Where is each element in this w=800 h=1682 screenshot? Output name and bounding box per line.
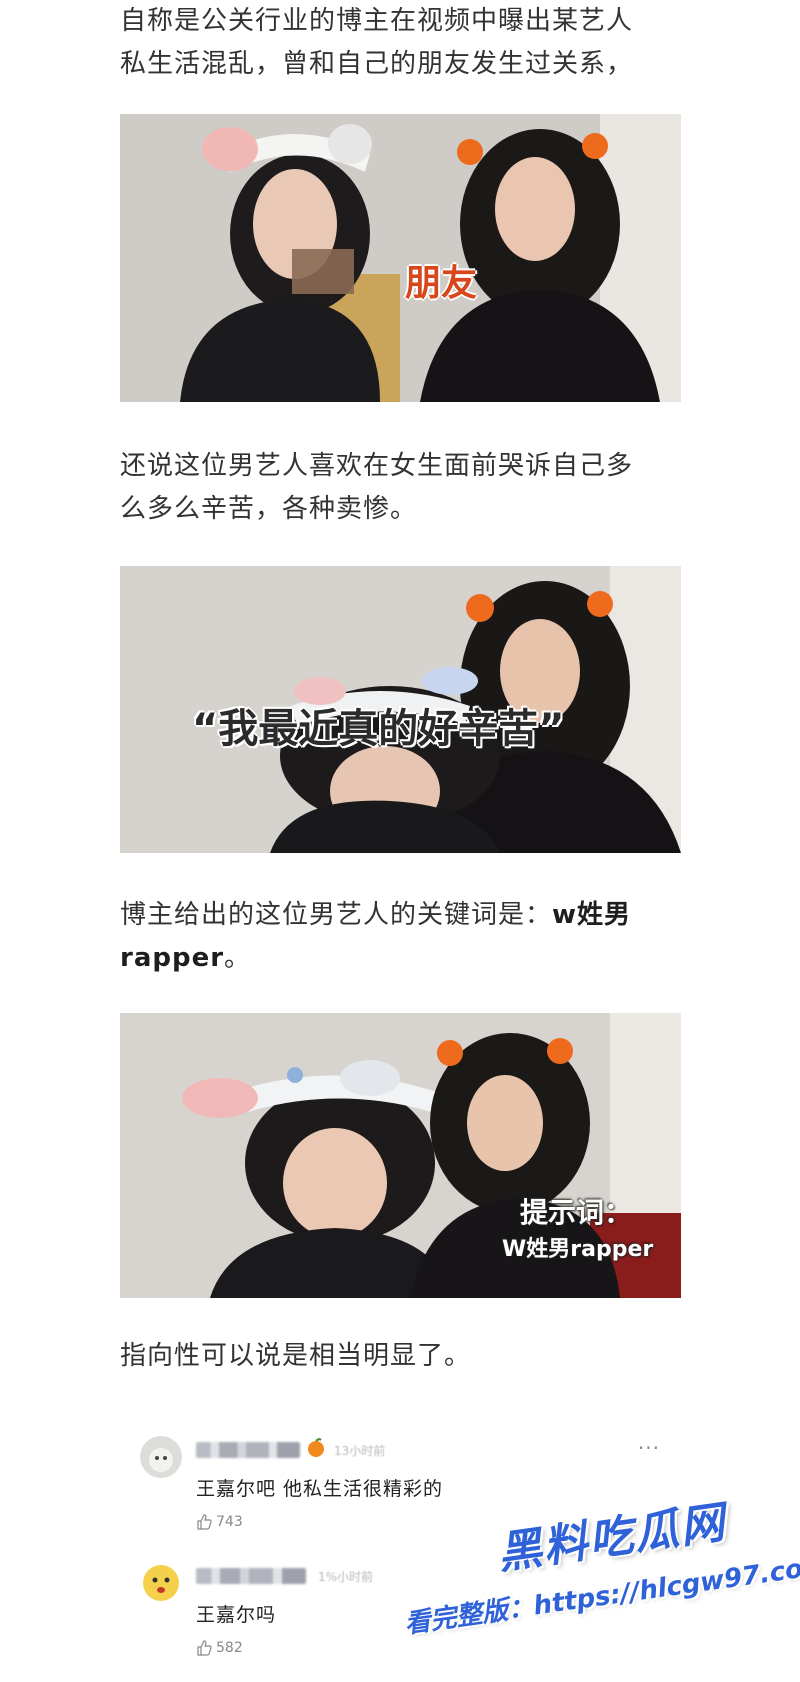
photo-1-caption: 朋友: [405, 263, 478, 304]
paragraph-4-line: 指向性可以说是相当明显了。: [120, 1341, 472, 1371]
avatar-image: [140, 1436, 182, 1478]
avatar-image: [140, 1562, 182, 1604]
like-count: 743: [216, 1514, 243, 1530]
paragraph-2-line-1: 还说这位男艺人喜欢在女生面前哭诉自己多: [120, 451, 634, 481]
photo-hint-scene: 提示词： W姓男rapper: [120, 1013, 681, 1298]
avatar[interactable]: [140, 1436, 182, 1478]
comment-time: 1%小时前: [318, 1570, 374, 1584]
avatar[interactable]: [140, 1562, 182, 1604]
like-button[interactable]: 743: [196, 1514, 243, 1530]
paragraph-1: 自称是公关行业的博主在视频中曝出某艺人 私生活混乱，曾和自己的朋友发生过关系，: [120, 0, 680, 86]
more-options-icon[interactable]: ···: [638, 1436, 660, 1460]
thumbs-up-icon: [197, 1640, 212, 1656]
photo-2-caption: “我最近真的好辛苦”: [192, 706, 565, 752]
paragraph-1-line-1: 自称是公关行业的博主在视频中曝出某艺人: [120, 6, 634, 36]
keyword-rapper: rapper: [120, 943, 225, 973]
photo-1-illustration: [120, 114, 681, 402]
paragraph-2: 还说这位男艺人喜欢在女生面前哭诉自己多 么多么辛苦，各种卖惨。: [120, 445, 680, 531]
photo-3-caption: 提示词： W姓男rapper: [502, 1191, 653, 1263]
paragraph-1-line-2: 私生活混乱，曾和自己的朋友发生过关系，: [120, 49, 634, 79]
photo-hard-work-scene: “我最近真的好辛苦”: [120, 566, 681, 853]
photo-3-caption-line-2: W姓男rapper: [502, 1237, 654, 1262]
like-count: 582: [216, 1640, 243, 1656]
like-button[interactable]: 582: [196, 1640, 243, 1656]
paragraph-3-end: 。: [224, 943, 252, 973]
username-blurred[interactable]: [196, 1442, 300, 1458]
paragraph-2-line-2: 么多么辛苦，各种卖惨。: [120, 494, 418, 524]
photo-friend-scene: 朋友: [120, 114, 681, 402]
paragraph-4: 指向性可以说是相当明显了。: [120, 1335, 680, 1378]
username-blurred[interactable]: [196, 1568, 306, 1584]
thumbs-up-icon: [197, 1514, 212, 1530]
orange-badge-icon: [308, 1438, 324, 1457]
paragraph-3-text: 博主给出的这位男艺人的关键词是：: [120, 900, 553, 930]
comment-time: 13小时前: [334, 1444, 386, 1458]
paragraph-3-line-1: 博主给出的这位男艺人的关键词是：w姓男: [120, 894, 680, 937]
photo-3-caption-line-1: 提示词：: [520, 1196, 633, 1229]
keyword-w-surname: w姓男: [552, 900, 632, 930]
comment-text: 王嘉尔吧 他私生活很精彩的: [196, 1478, 444, 1500]
paragraph-3: 博主给出的这位男艺人的关键词是：w姓男 rapper。: [120, 894, 680, 980]
comment-text: 王嘉尔吗: [196, 1604, 277, 1626]
paragraph-3-line-2: rapper。: [120, 937, 680, 980]
